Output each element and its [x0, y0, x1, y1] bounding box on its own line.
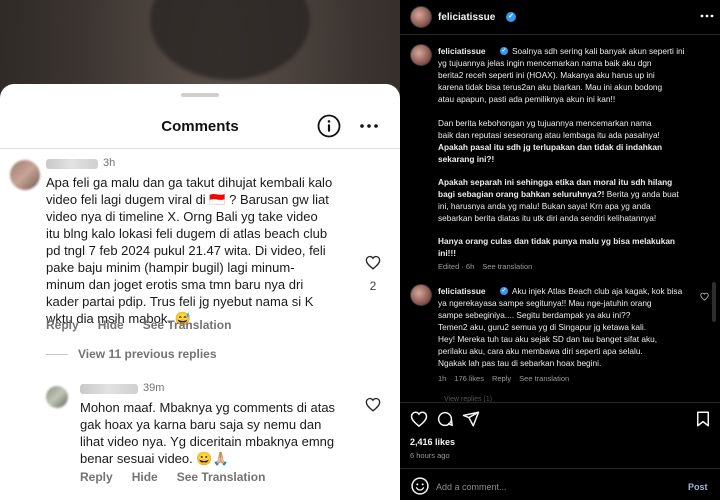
caption-line: Soalnya sdh sering kali banyak akun sepe… — [512, 46, 685, 56]
comment-line: sampe sebeginiya.... Segitu berdampak ya… — [438, 310, 631, 320]
see-translation-button[interactable]: See Translation — [143, 318, 232, 332]
caption-line-bold: sekarang ini?! — [438, 154, 495, 164]
edited-timestamp: Edited · 6h — [438, 262, 475, 271]
comment-avatar[interactable] — [410, 284, 432, 306]
comment-meta: 1h 176 likes Reply See translation — [438, 374, 577, 383]
caption-line: yg tujuannya jelas ingin mencemarkan nam… — [438, 58, 652, 68]
verified-badge-icon: ✓ — [500, 47, 508, 55]
comment-line: Apa feli ga malu dan ga takut dihujat ke… — [46, 175, 333, 190]
caption-username[interactable]: feliciatissue — [438, 46, 486, 58]
verified-badge-icon: ✓ — [506, 12, 516, 22]
like-heart-icon[interactable] — [365, 397, 381, 412]
caption-line: atau apapun, pasti ada pemiliknya akun i… — [438, 94, 616, 104]
bookmark-icon[interactable] — [694, 410, 712, 428]
see-translation-button[interactable]: See Translation — [177, 470, 266, 484]
comment-timestamp: 3h — [103, 157, 116, 169]
view-previous-replies-button[interactable]: View 11 previous replies — [78, 347, 217, 361]
header-divider — [0, 148, 400, 149]
hide-button[interactable]: Hide — [132, 470, 158, 484]
comments-screenshot: Comments 3h Apa feli ga malu dan ga taku… — [0, 0, 400, 500]
post-panel: feliciatissue ✓ feliciatissue ✓ Soalnya … — [400, 0, 720, 500]
post-comment-button[interactable]: Post — [688, 482, 708, 492]
caption-line-bold: Apakah pasal itu sdh jg terlupakan dan t… — [438, 142, 663, 152]
reply-button[interactable]: Reply — [46, 318, 79, 332]
comment-actions: Reply Hide See Translation — [46, 318, 250, 332]
comment-bubble-icon[interactable] — [436, 410, 454, 428]
header-username[interactable]: feliciatissue — [438, 12, 495, 23]
caption-line: berita2 receh seperti ini (HOAX). Makany… — [438, 70, 655, 80]
comment-line: pake baju minim (hampir bugil) lagi minu… — [46, 260, 295, 275]
comment-line: Mohon maaf. Mbaknya yg comments di atas — [80, 400, 336, 415]
caption-line-bold: Apakah separah ini sehingga etika dan mo… — [438, 177, 673, 187]
comment-line: ya ngerekayasa sampe segitunya!! Mau nge… — [438, 298, 652, 308]
more-options-icon[interactable] — [700, 14, 714, 18]
input-divider — [400, 468, 720, 469]
comment-line: gak hoax ya karna baru saja sy nemu dan — [80, 417, 322, 432]
comment-line: video nya di timeline X. Orng Bali yg ta… — [46, 209, 318, 224]
post-time: 6 hours ago — [410, 451, 450, 460]
caption-line: ini, harusnya anda yg malu! Bukan saya! … — [438, 201, 651, 211]
caption-span: Berita yg anda buat — [604, 189, 679, 199]
reply-button[interactable]: Reply — [492, 374, 511, 383]
reply-button[interactable]: Reply — [80, 470, 113, 484]
comment-line: benar sesuai video. 😀🙏🏼 — [80, 451, 229, 466]
verified-badge-icon: ✓ — [500, 287, 508, 295]
comment-line: minum dan joget erotis sma tmn baru nya … — [46, 277, 304, 292]
caption-bold-span: bagi sebagian orang bahkan seluruhnya?! — [438, 189, 605, 199]
comment-line: perilaku aku, cara aku membawa diri sepe… — [438, 346, 643, 356]
username-redacted[interactable] — [46, 159, 98, 169]
caption-meta: Edited · 6h See translation — [438, 262, 540, 271]
comment-line: itu blng kalo lokasi feli dugem di atlas… — [46, 226, 328, 241]
comment-line: video feli lagi dugem viral di 🇮🇩 ? Baru… — [46, 192, 329, 207]
comment-line: kader partai pdip. Trus feli jg nyebut n… — [46, 294, 314, 309]
replies-line — [46, 354, 68, 355]
see-translation-link[interactable]: See translation — [519, 374, 569, 383]
caption-line: bagi sebagian orang bahkan seluruhnya?! … — [438, 189, 679, 201]
header-divider — [400, 34, 720, 35]
caption-line: Dan berita kebohongan yg tujuannya mence… — [438, 118, 652, 128]
comment-line: pd tngl 7 feb 2024 pukul 21.47 wita. Di … — [46, 243, 326, 258]
caption-line-bold: Hanya orang culas dan tidak punya malu y… — [438, 236, 676, 246]
hide-button[interactable]: Hide — [98, 318, 124, 332]
share-send-icon[interactable] — [462, 410, 480, 428]
comment-actions: Reply Hide See Translation — [80, 470, 284, 484]
comment-timestamp: 39m — [143, 382, 165, 394]
avatar[interactable] — [10, 160, 40, 190]
comment-line: Ngakak lah pas tau di sebarkan hoax begi… — [438, 358, 602, 368]
likes-count[interactable]: 2,416 likes — [410, 437, 455, 447]
caption-line-bold: ini!!! — [438, 248, 456, 258]
comment-likes[interactable]: 176 likes — [454, 374, 484, 383]
comment-time: 1h — [438, 374, 447, 383]
comment-line: Temen2 aku, guru2 semua yg di Singapur j… — [438, 322, 647, 332]
actions-divider — [400, 402, 720, 403]
scrollbar-thumb[interactable] — [712, 282, 716, 322]
like-heart-icon[interactable] — [410, 410, 428, 428]
like-count: 2 — [369, 279, 377, 293]
like-heart-icon[interactable] — [365, 255, 381, 270]
sheet-header: Comments — [0, 106, 400, 146]
comments-sheet: Comments 3h Apa feli ga malu dan ga taku… — [0, 84, 400, 500]
post-header: feliciatissue ✓ — [400, 0, 720, 34]
comment-line: Aku injek Atlas Beach club aja kagak, ko… — [512, 286, 683, 296]
caption-line: sebarkan berita diatas itu utk diri anda… — [438, 213, 657, 223]
more-options-icon[interactable] — [358, 120, 380, 132]
see-translation-link[interactable]: See translation — [482, 262, 532, 271]
caption-line: karena tidak bisa terus2an aku biarkan. … — [438, 82, 663, 92]
info-icon[interactable] — [317, 114, 341, 138]
profile-avatar[interactable] — [410, 6, 432, 28]
avatar[interactable] — [46, 386, 68, 408]
username-redacted[interactable] — [80, 384, 138, 394]
caption-avatar[interactable] — [410, 44, 432, 66]
drag-handle[interactable] — [181, 93, 219, 97]
emoji-icon[interactable] — [410, 476, 430, 496]
caption-line: baik dan reputasi seseorang atau lembaga… — [438, 130, 660, 140]
comment-like-heart-icon[interactable] — [700, 292, 709, 301]
comment-line: Hey! Mereka tuh tau aku sejak SD dan tau… — [438, 334, 658, 344]
comment-line: lihat video nya. Yg diceritain mbaknya e… — [80, 434, 335, 449]
comment-username[interactable]: feliciatissue — [438, 286, 486, 298]
add-comment-input[interactable]: Add a comment... — [436, 482, 507, 492]
